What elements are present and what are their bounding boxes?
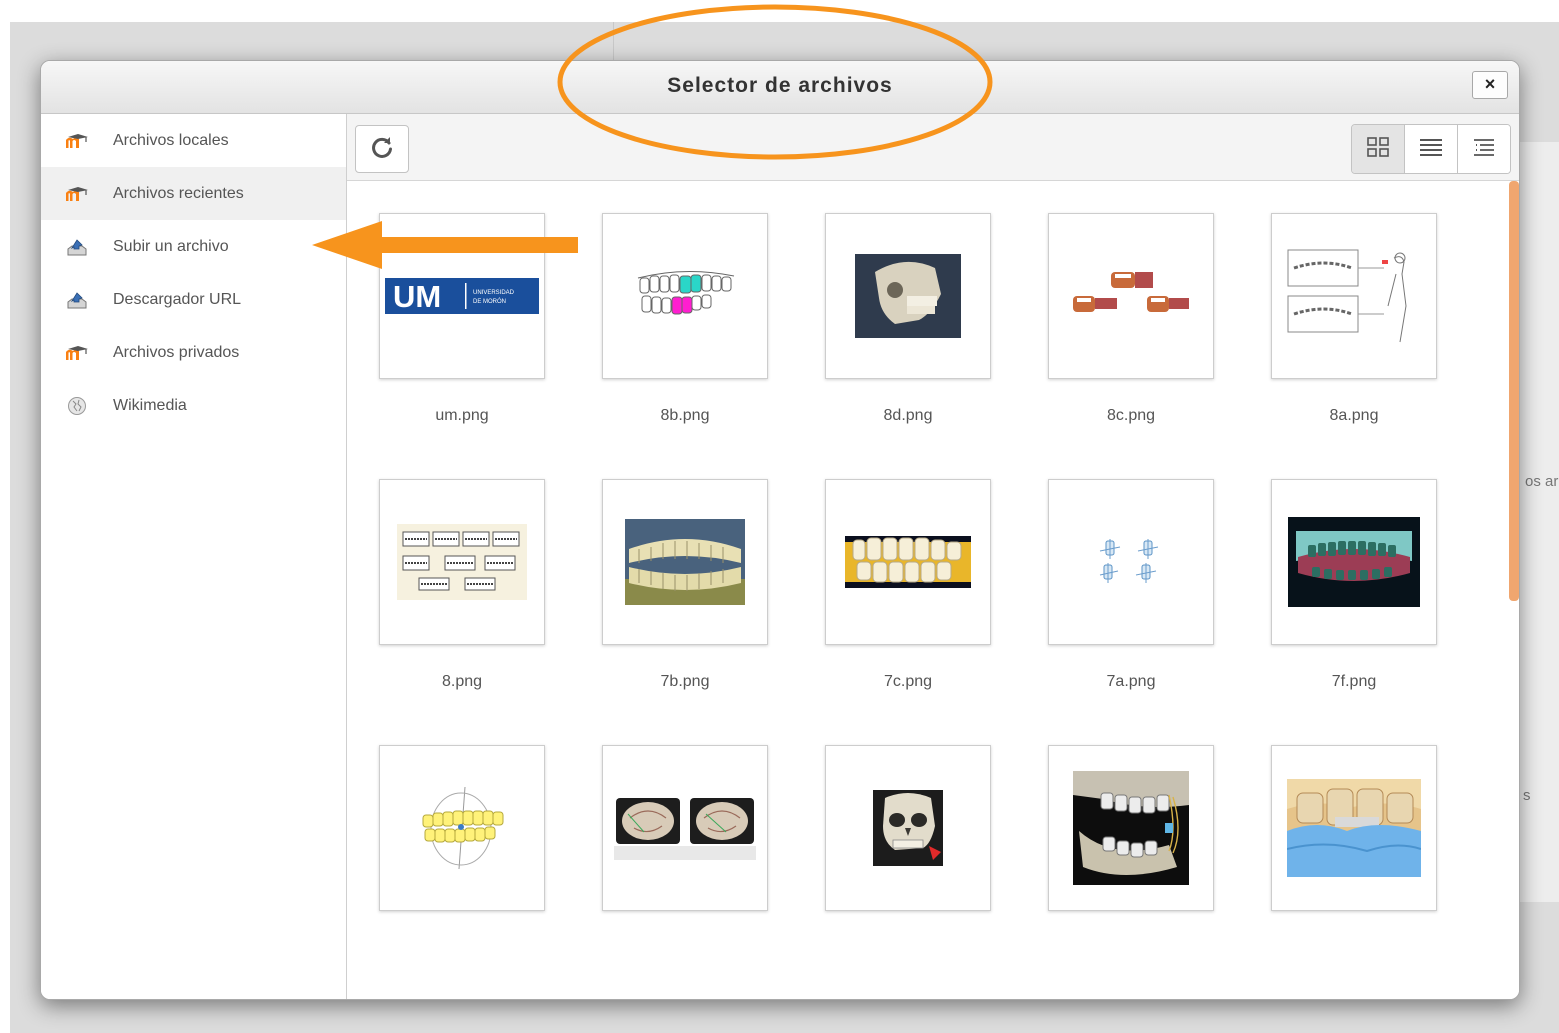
sidebar-item-descargador-url[interactable]: Descargador URL <box>41 273 346 326</box>
file-name: 7a.png <box>1106 673 1156 690</box>
file-thumbnail <box>379 479 545 645</box>
url-download-icon <box>64 290 90 310</box>
file-name: 8b.png <box>660 407 710 424</box>
file-thumbnail <box>1271 213 1437 379</box>
file-item[interactable]: 7f.png <box>1270 479 1438 709</box>
file-item[interactable]: 7a.png <box>1047 479 1215 709</box>
file-name: 7f.png <box>1331 673 1377 690</box>
upload-icon <box>64 237 90 257</box>
file-thumbnail <box>825 745 991 911</box>
refresh-button[interactable] <box>355 125 409 173</box>
file-item[interactable] <box>824 745 992 975</box>
file-item[interactable] <box>601 745 769 975</box>
file-item[interactable] <box>1047 745 1215 975</box>
file-thumbnail <box>825 479 991 645</box>
view-icons-icon <box>1366 136 1390 163</box>
file-item[interactable]: 8c.png <box>1047 213 1215 443</box>
sidebar-item-label: Wikimedia <box>113 396 187 414</box>
background-text: os ar <box>1525 473 1559 490</box>
view-tree-button[interactable] <box>1457 125 1510 173</box>
file-thumbnail <box>602 479 768 645</box>
view-mode-group <box>1351 124 1511 174</box>
file-thumbnail <box>825 213 991 379</box>
sidebar-item-label: Archivos recientes <box>113 184 244 202</box>
file-name: 7b.png <box>660 673 710 690</box>
sidebar-item-label: Subir un archivo <box>113 237 229 255</box>
file-thumbnail <box>1271 479 1437 645</box>
file-thumbnail <box>1048 479 1214 645</box>
file-picker-dialog: Selector de archivos × Archivos locales … <box>40 60 1520 1000</box>
file-thumbnail: UM UNIVERSIDAD DE MORÓN <box>379 213 545 379</box>
file-item[interactable]: 7b.png <box>601 479 769 709</box>
sidebar-item-label: Archivos locales <box>113 131 229 149</box>
file-name: 8a.png <box>1329 407 1379 424</box>
file-thumbnail <box>602 213 768 379</box>
file-item[interactable]: 8b.png <box>601 213 769 443</box>
file-item[interactable] <box>378 745 546 975</box>
dialog-titlebar[interactable]: Selector de archivos × <box>41 61 1519 114</box>
file-item[interactable]: UM UNIVERSIDAD DE MORÓN um.png <box>378 213 546 443</box>
file-name: 8d.png <box>883 407 933 424</box>
background-text: s <box>1523 787 1531 804</box>
svg-text:UM: UM <box>393 279 441 314</box>
file-thumbnail <box>1271 745 1437 911</box>
refresh-icon <box>369 134 395 165</box>
file-item[interactable]: 8.png <box>378 479 546 709</box>
sidebar-item-label: Archivos privados <box>113 343 240 361</box>
moodle-icon <box>64 343 90 363</box>
view-list-button[interactable] <box>1404 125 1457 173</box>
file-thumbnail <box>1048 745 1214 911</box>
background-divider <box>613 22 614 62</box>
sidebar-item-wikimedia[interactable]: Wikimedia <box>41 379 346 432</box>
file-item[interactable]: 7c.png <box>824 479 992 709</box>
wikimedia-icon <box>64 396 90 416</box>
file-thumbnail <box>602 745 768 911</box>
sidebar-item-archivos-recientes[interactable]: Archivos recientes <box>41 167 346 220</box>
file-toolbar <box>347 114 1519 181</box>
svg-text:DE MORÓN: DE MORÓN <box>473 298 506 305</box>
moodle-icon <box>64 184 90 204</box>
moodle-icon <box>64 131 90 151</box>
file-item[interactable]: 8d.png <box>824 213 992 443</box>
file-name: 8.png <box>441 673 483 690</box>
file-item[interactable] <box>1270 745 1438 975</box>
view-tree-icon <box>1472 137 1496 162</box>
file-name: um.png <box>435 407 489 424</box>
sidebar-item-subir-un-archivo[interactable]: Subir un archivo <box>41 220 346 273</box>
file-item[interactable]: 8a.png <box>1270 213 1438 443</box>
sidebar-item-archivos-privados[interactable]: Archivos privados <box>41 326 346 379</box>
file-thumbnail <box>1048 213 1214 379</box>
view-list-icon <box>1419 137 1443 162</box>
scrollbar[interactable] <box>1509 181 1519 601</box>
close-button[interactable]: × <box>1472 71 1508 99</box>
file-grid: UM UNIVERSIDAD DE MORÓN um.png 8b.png 8d.p… <box>347 181 1519 999</box>
file-thumbnail <box>379 745 545 911</box>
view-icons-button[interactable] <box>1352 125 1404 173</box>
file-name: 8c.png <box>1106 407 1156 424</box>
repository-sidebar: Archivos locales Archivos recientes Subi… <box>41 114 347 999</box>
file-name: 7c.png <box>883 673 933 690</box>
sidebar-item-label: Descargador URL <box>113 290 242 308</box>
sidebar-item-archivos-locales[interactable]: Archivos locales <box>41 114 346 167</box>
svg-text:UNIVERSIDAD: UNIVERSIDAD <box>473 290 515 296</box>
dialog-title: Selector de archivos <box>667 74 893 97</box>
